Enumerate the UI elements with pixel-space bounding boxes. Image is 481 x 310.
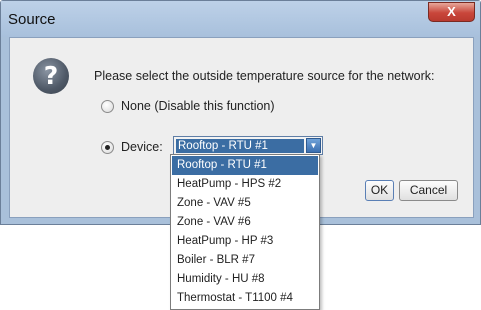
prompt-text: Please select the outside temperature so… (94, 69, 435, 83)
none-radio[interactable] (101, 100, 114, 113)
device-radio-label[interactable]: Device: (121, 140, 163, 154)
window-title: Source (8, 11, 56, 28)
ok-button[interactable]: OK (365, 180, 394, 201)
dropdown-item[interactable]: HeatPump - HPS #2 (172, 175, 318, 194)
device-combobox-value: Rooftop - RTU #1 (176, 139, 304, 153)
dropdown-item[interactable]: Humidity - HU #8 (172, 270, 318, 289)
screen: Source X ? Please select the outside tem… (0, 0, 481, 310)
device-combobox[interactable]: Rooftop - RTU #1 ▼ (173, 136, 323, 155)
chevron-down-icon[interactable]: ▼ (306, 138, 321, 153)
close-button[interactable]: X (428, 2, 475, 22)
question-icon: ? (33, 58, 69, 94)
close-icon: X (447, 4, 456, 19)
dropdown-item[interactable]: Rooftop - RTU #1 (172, 156, 318, 175)
device-radio[interactable] (101, 141, 114, 154)
dropdown-item[interactable]: Zone - VAV #5 (172, 194, 318, 213)
device-dropdown-list: Rooftop - RTU #1 HeatPump - HPS #2 Zone … (170, 154, 320, 310)
title-bar[interactable]: Source X (1, 1, 480, 37)
cancel-button[interactable]: Cancel (399, 180, 458, 201)
dropdown-item[interactable]: Zone - VAV #6 (172, 213, 318, 232)
dropdown-item[interactable]: Thermostat - T1100 #4 (172, 289, 318, 308)
dropdown-item[interactable]: HeatPump - HP #3 (172, 232, 318, 251)
none-radio-label[interactable]: None (Disable this function) (121, 99, 275, 113)
dropdown-item[interactable]: Boiler - BLR #7 (172, 251, 318, 270)
